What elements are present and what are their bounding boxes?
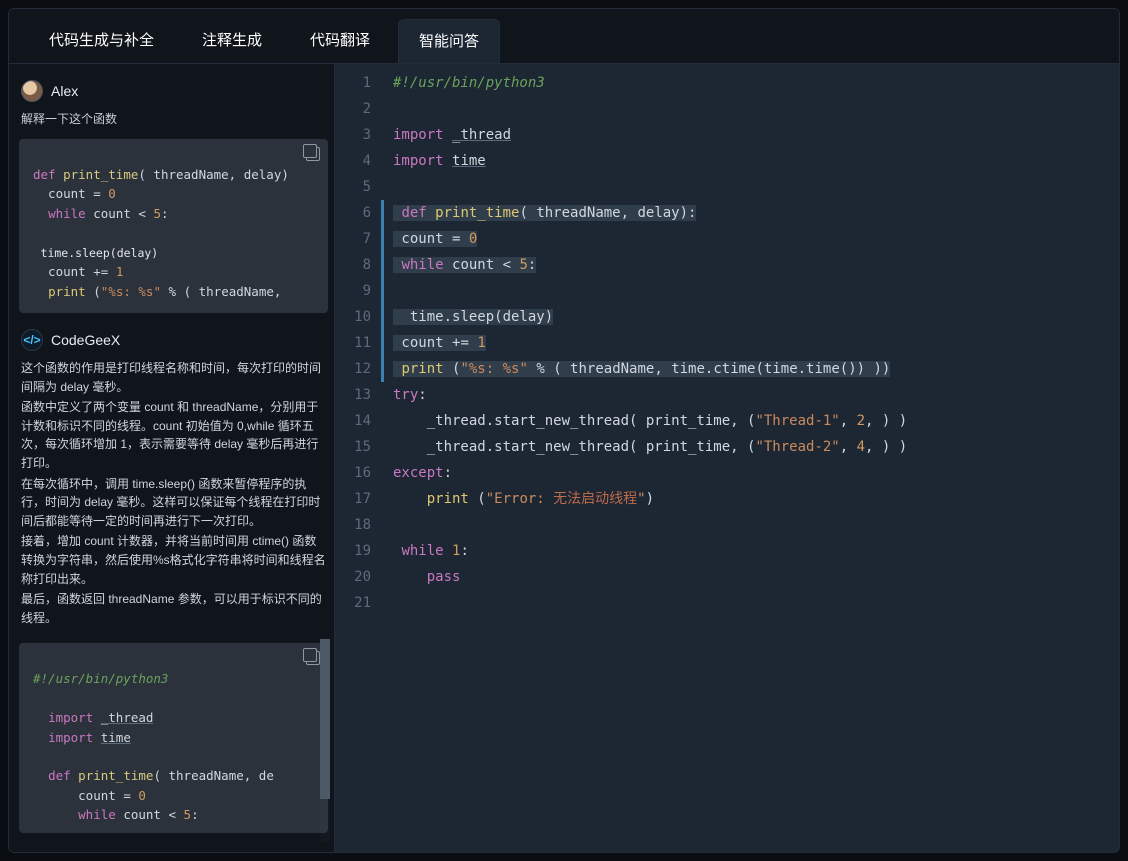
- tab-code-translation[interactable]: 代码翻译: [290, 19, 390, 63]
- sidebar-scrollbar-track[interactable]: [320, 639, 330, 842]
- chat-sidebar: Alex 解释一下这个函数 def print_time( threadName…: [9, 64, 335, 852]
- assistant-answer: 这个函数的作用是打印线程名称和时间，每次打印的时间间隔为 delay 毫秒。 函…: [19, 359, 328, 639]
- app-frame: 代码生成与补全 注释生成 代码翻译 智能问答 Alex 解释一下这个函数 def…: [8, 8, 1120, 853]
- user-avatar: [21, 80, 43, 102]
- user-code-block: def print_time( threadName, delay) count…: [19, 139, 328, 313]
- tab-bar: 代码生成与补全 注释生成 代码翻译 智能问答: [9, 9, 1119, 64]
- copy-icon[interactable]: [306, 651, 320, 665]
- editor-gutter: 12345 678910 1112131415 1617181920 21: [335, 70, 381, 852]
- sidebar-scrollbar-thumb[interactable]: [320, 639, 330, 799]
- user-code: def print_time( threadName, delay) count…: [19, 165, 328, 301]
- assistant-code-block: #!/usr/bin/python3 import _thread import…: [19, 643, 328, 833]
- tab-comment-generation[interactable]: 注释生成: [182, 19, 282, 63]
- tab-code-generation[interactable]: 代码生成与补全: [29, 19, 174, 63]
- brand-logo-icon: </>: [21, 329, 43, 351]
- editor-line: #!/usr/bin/python3: [393, 75, 545, 91]
- assistant-header: </> CodeGeeX: [19, 323, 328, 359]
- assistant-name: CodeGeeX: [51, 332, 120, 348]
- tab-qa[interactable]: 智能问答: [398, 19, 500, 63]
- user-prompt: 解释一下这个函数: [19, 110, 328, 135]
- user-header: Alex: [19, 74, 328, 110]
- user-name: Alex: [51, 83, 78, 99]
- code-editor[interactable]: 12345 678910 1112131415 1617181920 21 #!…: [335, 64, 1119, 852]
- editor-code[interactable]: #!/usr/bin/python3 import _thread import…: [381, 70, 1119, 852]
- assistant-code: #!/usr/bin/python3 import _thread import…: [19, 669, 328, 824]
- copy-icon[interactable]: [306, 147, 320, 161]
